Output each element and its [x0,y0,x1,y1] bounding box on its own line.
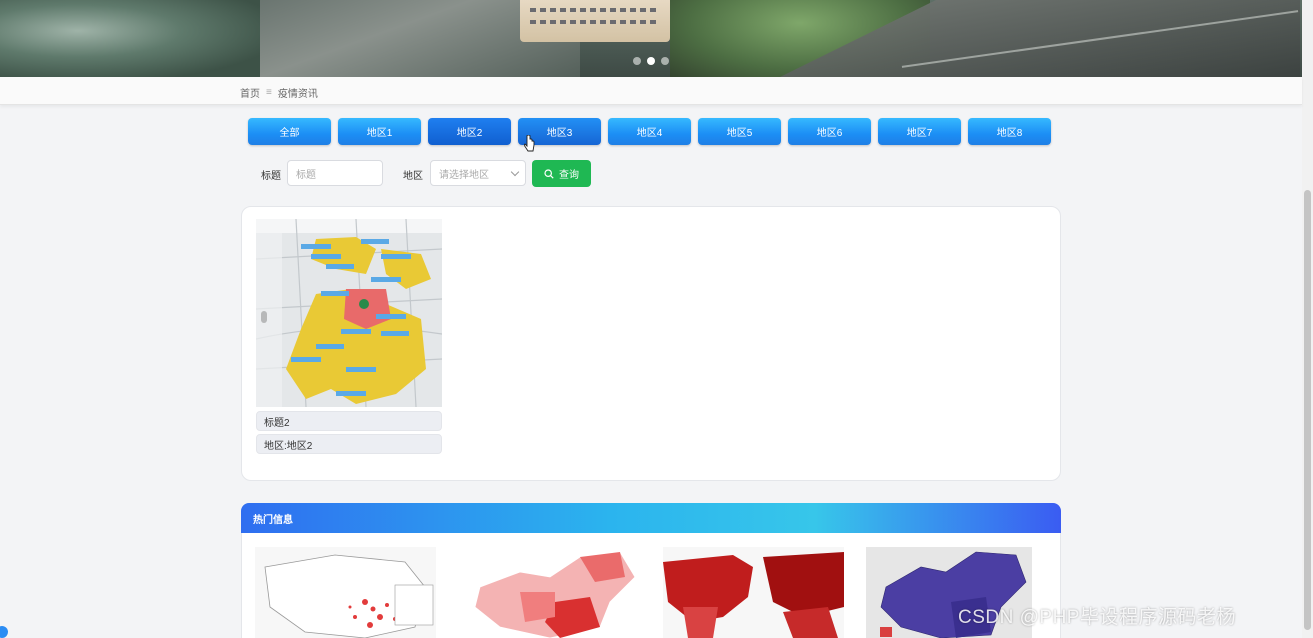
tab-region-7[interactable]: 地区7 [878,118,961,145]
carousel-indicators [633,57,669,65]
tab-region-2[interactable]: 地区2 [428,118,511,145]
carousel-dot-2[interactable] [647,57,655,65]
tab-region-4[interactable]: 地区4 [608,118,691,145]
tab-region-8[interactable]: 地区8 [968,118,1051,145]
china-dot-map-image [264,554,434,638]
china-choropleth-map-image [474,551,636,638]
result-card-image[interactable] [256,219,442,407]
chevron-down-icon [510,167,520,177]
category-tabs: 全部 地区1 地区2 地区3 地区4 地区5 地区6 地区7 地区8 [248,118,1051,145]
result-card-region: 地区:地区2 [256,434,442,454]
scrollbar-thumb[interactable] [1304,190,1311,630]
tab-all[interactable]: 全部 [248,118,331,145]
breadcrumb-current: 疫情资讯 [277,89,318,100]
result-card-title[interactable]: 标题2 [256,411,442,431]
carousel-dot-3[interactable] [661,57,669,65]
hot-section-title: 热门信息 [253,514,293,526]
breadcrumb-separator: ≡ [266,87,272,98]
breadcrumb-home[interactable]: 首页 [240,85,260,100]
mouse-pointer-icon [524,135,535,152]
carousel-dot-1[interactable] [633,57,641,65]
hot-section-header: 热门信息 [241,503,1061,533]
banner-image-building [520,0,670,42]
hot-item-image-3[interactable] [663,547,844,638]
title-input[interactable]: 标题 [287,160,383,186]
hot-item-image-1[interactable] [255,547,436,638]
query-button[interactable]: 查询 [532,160,591,187]
search-icon [544,168,554,179]
title-field-label: 标题 [261,171,281,182]
tab-region-1[interactable]: 地区1 [338,118,421,145]
query-button-label: 查询 [559,170,579,181]
epidemic-map-image [256,219,442,407]
csdn-watermark: CSDN @PHP毕设程序源码老杨 [958,607,1236,628]
hot-item-image-2[interactable] [460,547,641,638]
region-select-placeholder: 请选择地区 [439,169,489,181]
region-field-label: 地区 [403,171,423,182]
banner-image-trees [0,0,260,77]
hero-banner[interactable] [0,0,1302,77]
breadcrumb-bar [0,77,1302,105]
world-map-image [663,547,844,638]
tab-region-5[interactable]: 地区5 [698,118,781,145]
region-select[interactable]: 请选择地区 [430,160,526,186]
breadcrumb: 首页 ≡ 疫情资讯 [240,85,318,100]
corner-indicator [0,626,8,638]
tab-region-6[interactable]: 地区6 [788,118,871,145]
